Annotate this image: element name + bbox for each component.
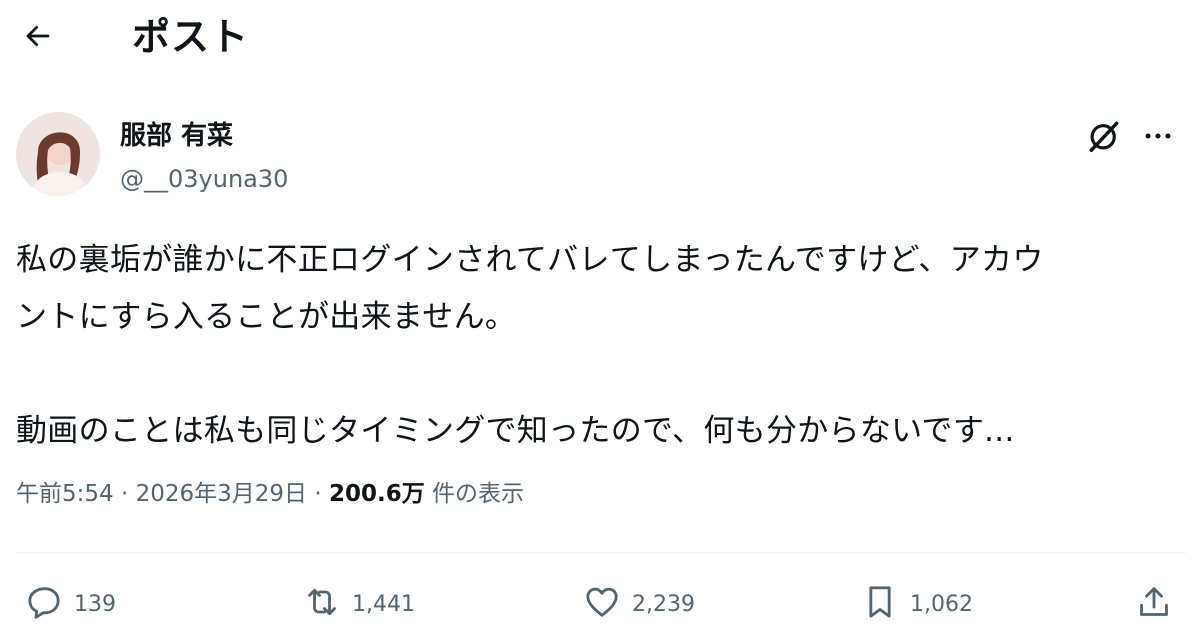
arrow-left-icon — [23, 21, 53, 55]
repost-count: 1,441 — [352, 591, 415, 617]
divider — [16, 552, 1186, 553]
more-options-button[interactable] — [1136, 116, 1180, 160]
views-count: 200.6万 — [328, 481, 425, 507]
reply-icon — [24, 582, 64, 626]
post-text: 私の裏垢が誰かに不正ログインされてバレてしまったんですけど、アカウ ントにすら入… — [16, 232, 1186, 460]
repost-button[interactable]: 1,441 — [302, 578, 415, 630]
bookmark-count: 1,062 — [910, 591, 973, 617]
grok-icon — [1085, 117, 1123, 159]
meta-separator: · — [307, 481, 329, 507]
bookmark-button[interactable]: 1,062 — [860, 578, 973, 630]
like-count: 2,239 — [632, 591, 695, 617]
reply-button[interactable]: 139 — [24, 578, 116, 630]
top-bar: ポスト — [0, 0, 1200, 78]
share-button[interactable] — [1134, 578, 1174, 630]
like-button[interactable]: 2,239 — [582, 578, 695, 630]
post-author: 服部 有菜 @__03yuna30 — [16, 112, 1184, 202]
bookmark-icon — [860, 582, 900, 626]
views-label: 件の表示 — [424, 481, 525, 507]
page-title: ポスト — [132, 15, 250, 59]
action-bar: 139 1,441 2,239 1,062 — [16, 578, 1186, 630]
post-date[interactable]: 2026年3月29日 — [136, 481, 307, 507]
reply-count: 139 — [74, 591, 116, 617]
grok-button[interactable] — [1082, 116, 1126, 160]
display-name[interactable]: 服部 有菜 — [120, 120, 233, 152]
post-time[interactable]: 午前5:54 — [16, 481, 114, 507]
avatar[interactable] — [16, 112, 100, 196]
post-paragraph-1: 私の裏垢が誰かに不正ログインされてバレてしまったんですけど、アカウ ントにすら入… — [16, 242, 1044, 335]
post-paragraph-2: 動画のことは私も同じタイミングで知ったので、何も分からないです... — [16, 413, 1015, 449]
meta-separator: · — [113, 481, 136, 507]
repost-icon — [302, 582, 342, 626]
post-meta: 午前5:54 · 2026年3月29日 · 200.6万 件の表示 — [16, 477, 524, 511]
more-horizontal-icon — [1141, 119, 1175, 157]
back-button[interactable] — [14, 14, 62, 62]
heart-icon — [582, 582, 622, 626]
share-icon — [1134, 582, 1174, 626]
user-handle[interactable]: @__03yuna30 — [120, 164, 288, 194]
